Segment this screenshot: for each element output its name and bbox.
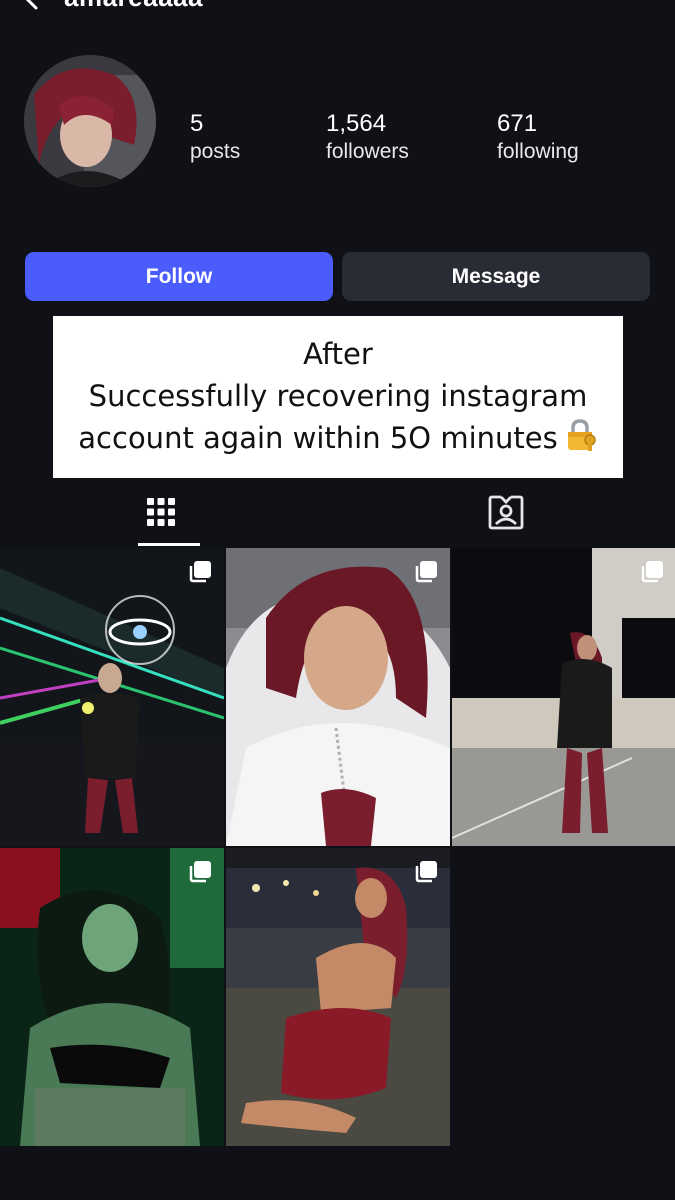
posts-count: 5 bbox=[190, 110, 204, 137]
post-tile-2[interactable] bbox=[226, 548, 450, 846]
profile-avatar[interactable] bbox=[24, 55, 156, 187]
post-tile-5[interactable] bbox=[226, 848, 450, 1146]
post-tile-4[interactable] bbox=[0, 848, 224, 1146]
following-count: 671 bbox=[497, 110, 538, 137]
multi-photo-icon bbox=[188, 560, 212, 584]
post-photo bbox=[0, 548, 224, 846]
multi-photo-icon bbox=[414, 860, 438, 884]
caption-line-3-text: account again within 5O minutes bbox=[78, 421, 558, 455]
post-photo bbox=[452, 548, 675, 846]
following-label: following bbox=[497, 140, 579, 163]
multi-photo-icon bbox=[188, 860, 212, 884]
multi-photo-icon bbox=[414, 560, 438, 584]
caption-overlay: After Successfully recovering instagram … bbox=[53, 316, 623, 478]
lock-with-key-icon bbox=[564, 418, 598, 463]
top-bar: amareaaaa bbox=[0, 0, 675, 12]
back-chevron-icon[interactable] bbox=[20, 0, 44, 10]
stat-followers[interactable]: 1,564 followers bbox=[326, 111, 409, 167]
stat-following[interactable]: 671 following bbox=[497, 111, 579, 167]
caption-line-2: Successfully recovering instagram bbox=[88, 379, 588, 413]
post-photo bbox=[226, 848, 450, 1146]
followers-label: followers bbox=[326, 140, 409, 163]
post-photo bbox=[226, 548, 450, 846]
multi-photo-icon bbox=[640, 560, 664, 584]
caption-line-1: After bbox=[303, 337, 373, 371]
stat-posts[interactable]: 5 posts bbox=[190, 111, 240, 167]
follow-button[interactable]: Follow bbox=[25, 252, 333, 301]
tab-tagged[interactable] bbox=[486, 494, 526, 534]
active-tab-indicator bbox=[138, 543, 200, 546]
posts-label: posts bbox=[190, 140, 241, 163]
profile-username: amareaaaa bbox=[64, 0, 203, 13]
caption-line-3: account again within 5O minutes bbox=[53, 417, 623, 463]
tab-grid[interactable] bbox=[141, 494, 181, 534]
post-tile-1[interactable] bbox=[0, 548, 224, 846]
followers-count: 1,564 bbox=[326, 110, 387, 137]
tagged-person-icon bbox=[488, 494, 524, 535]
post-tile-3[interactable] bbox=[452, 548, 675, 846]
message-button[interactable]: Message bbox=[342, 252, 650, 301]
post-photo bbox=[0, 848, 224, 1146]
grid-icon bbox=[146, 497, 176, 532]
